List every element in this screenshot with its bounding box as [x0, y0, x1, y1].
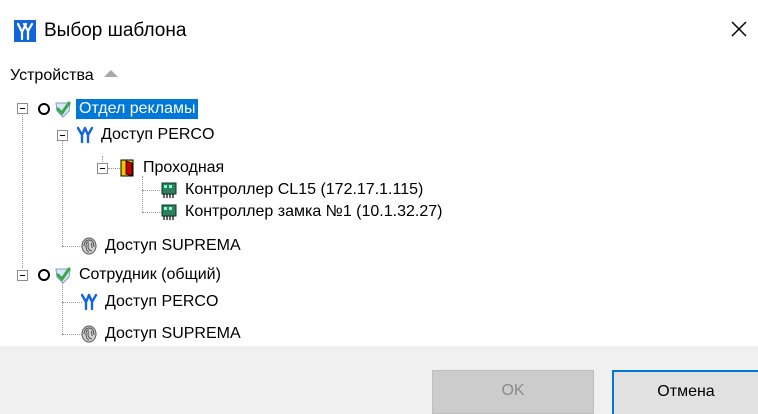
tree-node-label: Контроллер CL15 (172.17.1.115) [185, 181, 424, 198]
tree-connector [62, 280, 63, 334]
collapse-toggle[interactable] [17, 270, 28, 281]
tree-connector [22, 110, 23, 268]
tree-node-label: Доступ SUPREMA [105, 325, 241, 342]
sort-ascending-icon [103, 70, 118, 78]
tree-connector [62, 136, 63, 246]
tree-connector [62, 334, 82, 335]
status-circle-icon [38, 103, 50, 115]
status-circle-icon [38, 269, 50, 281]
tree-node-label: Доступ SUPREMA [105, 237, 241, 254]
tree-node-label: Отдел рекламы [76, 99, 199, 119]
tree-node-label: Контроллер замка №1 (10.1.32.27) [185, 203, 443, 220]
tree-node-label: Проходная [143, 159, 225, 176]
tree-connector [62, 302, 82, 303]
controller-icon [161, 204, 177, 220]
column-header-devices[interactable]: Устройства [10, 67, 118, 85]
tree-node-prohodnaya[interactable]: Проходная [118, 157, 227, 179]
perco-logo-icon [14, 20, 36, 42]
tree-connector [62, 246, 82, 247]
perco-logo-icon [76, 126, 94, 144]
checkmark-shield-icon [55, 101, 71, 118]
tree-node-dostup-perco[interactable]: Доступ PERCO [80, 291, 221, 313]
cancel-button[interactable]: Отмена [612, 370, 758, 414]
controller-icon [161, 182, 177, 198]
tree-node-controller-cl15[interactable]: Контроллер CL15 (172.17.1.115) [160, 179, 426, 201]
collapse-toggle[interactable] [57, 130, 68, 141]
tree-node-label: Доступ PERCO [101, 126, 215, 143]
perco-logo-icon [80, 293, 98, 311]
collapse-toggle[interactable] [17, 103, 28, 114]
tree-connector [142, 212, 162, 213]
door-icon [120, 159, 134, 177]
title-bar: Выбор шаблона [0, 0, 758, 58]
ok-button[interactable]: OK [432, 370, 594, 414]
checkmark-shield-icon [55, 267, 71, 284]
window-title: Выбор шаблона [44, 20, 187, 41]
fingerprint-icon [81, 237, 97, 255]
tree-node-dostup-suprema[interactable]: Доступ SUPREMA [80, 235, 244, 257]
collapse-toggle[interactable] [97, 163, 108, 174]
tree-node-otdel-reklamy[interactable]: Отдел рекламы [38, 98, 199, 120]
tree-node-controller-zamka-1[interactable]: Контроллер замка №1 (10.1.32.27) [160, 201, 445, 223]
device-tree[interactable]: Отдел рекламы Доступ PERCO Проходная Кон… [0, 90, 758, 346]
fingerprint-icon [81, 325, 97, 343]
tree-node-dostup-suprema[interactable]: Доступ SUPREMA [80, 323, 244, 345]
tree-node-label: Доступ PERCO [105, 293, 219, 310]
tree-node-label: Сотрудник (общий) [79, 266, 221, 283]
tree-connector [142, 190, 162, 191]
tree-node-dostup-perco[interactable]: Доступ PERCO [76, 124, 217, 146]
tree-connector [142, 176, 143, 212]
tree-node-sotrudnik-obshchiy[interactable]: Сотрудник (общий) [38, 264, 224, 286]
close-icon[interactable] [728, 18, 750, 40]
column-header-label: Устройства [10, 67, 94, 84]
